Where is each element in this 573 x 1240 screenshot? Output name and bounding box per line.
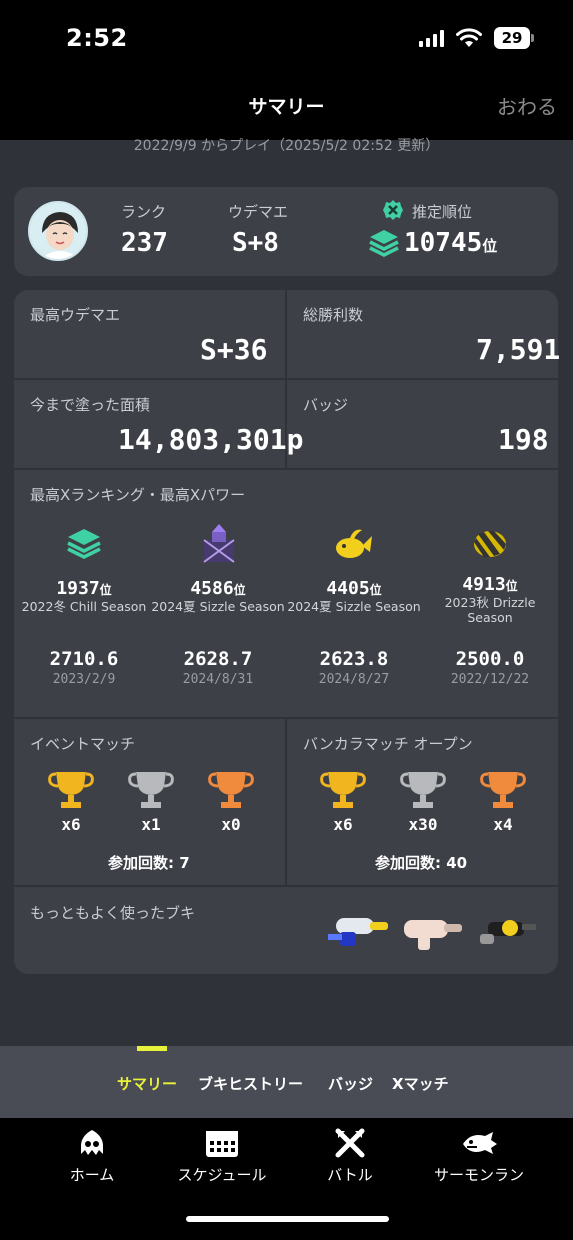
event-bronze-count: x0: [221, 815, 241, 834]
event-participation: 参加回数: 7: [108, 854, 190, 872]
tab-x-match[interactable]: Xマッチ: [392, 1073, 449, 1094]
sub-tab-bar: サマリー ブキヒストリー バッジ Xマッチ: [0, 1046, 573, 1118]
x-power-item-4: 2500.0 2022/12/22: [450, 648, 530, 687]
event-silver-count: x1: [141, 815, 161, 834]
squid-icon: [81, 1130, 103, 1155]
nav-schedule[interactable]: スケジュール: [162, 1128, 282, 1185]
badge-label: バッジ: [303, 396, 349, 414]
home-indicator: [186, 1216, 389, 1222]
salmon-icon: [463, 1132, 497, 1154]
x-rank-item-4: 4913位 2023秋 Drizzle Season: [444, 574, 536, 625]
event-match-label: イベントマッチ: [30, 735, 136, 753]
estimated-rank-value: 10745位: [404, 228, 498, 258]
nav-battle[interactable]: バトル: [290, 1128, 410, 1185]
fish-icon: [336, 529, 372, 558]
striped-ball-icon: [474, 531, 506, 557]
udemae-value: S+8: [232, 228, 279, 258]
weapons-label: もっともよく使ったブキ: [30, 904, 196, 922]
bankara-silver-count: x30: [408, 815, 438, 834]
wins-label: 総勝利数: [303, 306, 364, 324]
x-power-item-1: 2710.6 2023/2/9: [49, 648, 119, 687]
nav-home[interactable]: ホーム: [32, 1128, 152, 1185]
estimated-rank-label: 推定順位: [412, 203, 473, 221]
calendar-icon: [206, 1131, 238, 1157]
avatar: [28, 201, 88, 261]
x-power-item-2: 2628.7 2024/8/31: [182, 648, 254, 687]
tab-summary[interactable]: サマリー: [117, 1073, 177, 1094]
battery-level: 29: [494, 27, 530, 49]
weapon-icon-1: [328, 918, 388, 946]
bankara-open-label: バンカラマッチ オープン: [303, 735, 473, 753]
bankara-bronze-count: x4: [493, 815, 513, 834]
battery-icon: 29: [494, 27, 534, 49]
bankara-gold-count: x6: [333, 815, 353, 834]
top-bar: 2:52 29 サマリー おわる: [0, 0, 573, 140]
x-rank-item-2: 4586位 2024夏 Sizzle Season: [151, 578, 285, 614]
tower-icon: [203, 524, 235, 563]
x-badge-icon: [383, 200, 403, 220]
gold-trophy-icon: [320, 772, 366, 808]
x-power-item-3: 2623.8 2024/8/27: [318, 648, 390, 687]
close-button[interactable]: おわる: [497, 91, 557, 120]
x-rank-icon: [67, 529, 101, 559]
gold-trophy-icon: [48, 772, 94, 808]
signal-icon: [419, 30, 444, 47]
bankara-participation: 参加回数: 40: [375, 854, 468, 872]
nav-salmon-run[interactable]: サーモンラン: [419, 1128, 539, 1185]
bronze-trophy-icon: [208, 772, 254, 808]
rank-value: 237: [121, 228, 168, 258]
max-udemae-label: 最高ウデマエ: [30, 306, 121, 324]
x-rank-item-3: 4405位 2024夏 Sizzle Season: [287, 578, 421, 614]
x-rank-icon: [369, 230, 399, 257]
play-since-text: 2022/9/9 からプレイ（2025/5/2 02:52 更新）: [133, 138, 440, 154]
event-gold-count: x6: [61, 815, 81, 834]
wifi-icon: [456, 28, 482, 47]
tab-badges[interactable]: バッジ: [328, 1073, 373, 1094]
status-time: 2:52: [66, 24, 128, 52]
page-title: サマリー: [248, 96, 325, 118]
silver-trophy-icon: [128, 772, 174, 808]
udemae-label: ウデマエ: [228, 203, 289, 221]
x-rank-item-1: 1937位 2022冬 Chill Season: [21, 578, 147, 614]
rank-label: ランク: [121, 203, 167, 221]
weapon-icon-2: [404, 920, 462, 950]
paint-label: 今まで塗った面積: [30, 396, 151, 414]
x-section-label: 最高Xランキング・最高Xパワー: [30, 486, 246, 504]
crossed-weapons-icon: [335, 1128, 365, 1158]
bronze-trophy-icon: [480, 772, 526, 808]
active-tab-indicator: [137, 1046, 167, 1051]
tab-weapon-history[interactable]: ブキヒストリー: [198, 1073, 303, 1094]
silver-trophy-icon: [400, 772, 446, 808]
weapon-icon-3: [480, 920, 536, 944]
